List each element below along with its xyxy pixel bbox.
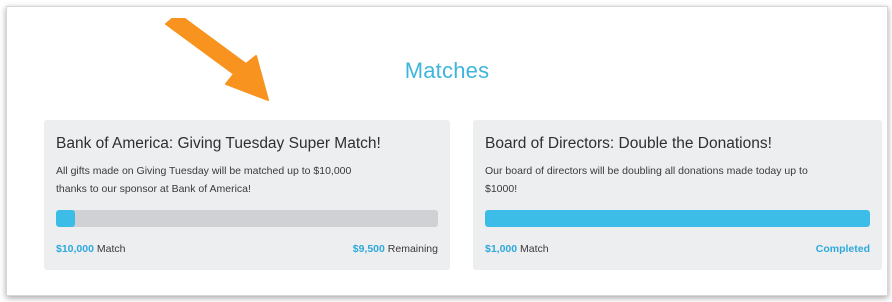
match-title: Bank of America: Giving Tuesday Super Ma… <box>56 135 381 152</box>
match-amount: $1,000 Match <box>485 243 549 255</box>
page-title: Matches <box>404 58 490 83</box>
match-card-board-of-directors[interactable]: Board of Directors: Double the Donations… <box>473 120 882 270</box>
match-description: All gifts made on Giving Tuesday will be… <box>56 165 352 195</box>
match-progress-fill <box>485 210 870 227</box>
match-remaining: $9,500 Remaining <box>352 243 438 255</box>
match-card-bank-of-america[interactable]: Bank of America: Giving Tuesday Super Ma… <box>44 120 450 270</box>
arrow-icon <box>165 18 269 101</box>
match-amount: $10,000 Match <box>56 243 126 255</box>
match-title: Board of Directors: Double the Donations… <box>485 135 772 152</box>
match-description: Our board of directors will be doubling … <box>485 165 808 195</box>
match-progress-bar <box>485 210 870 227</box>
matches-panel: Matches Bank of America: Giving Tuesday … <box>6 6 888 296</box>
match-progress-fill <box>56 210 76 227</box>
match-status-completed: Completed <box>815 243 870 255</box>
match-progress-bar <box>56 210 438 227</box>
